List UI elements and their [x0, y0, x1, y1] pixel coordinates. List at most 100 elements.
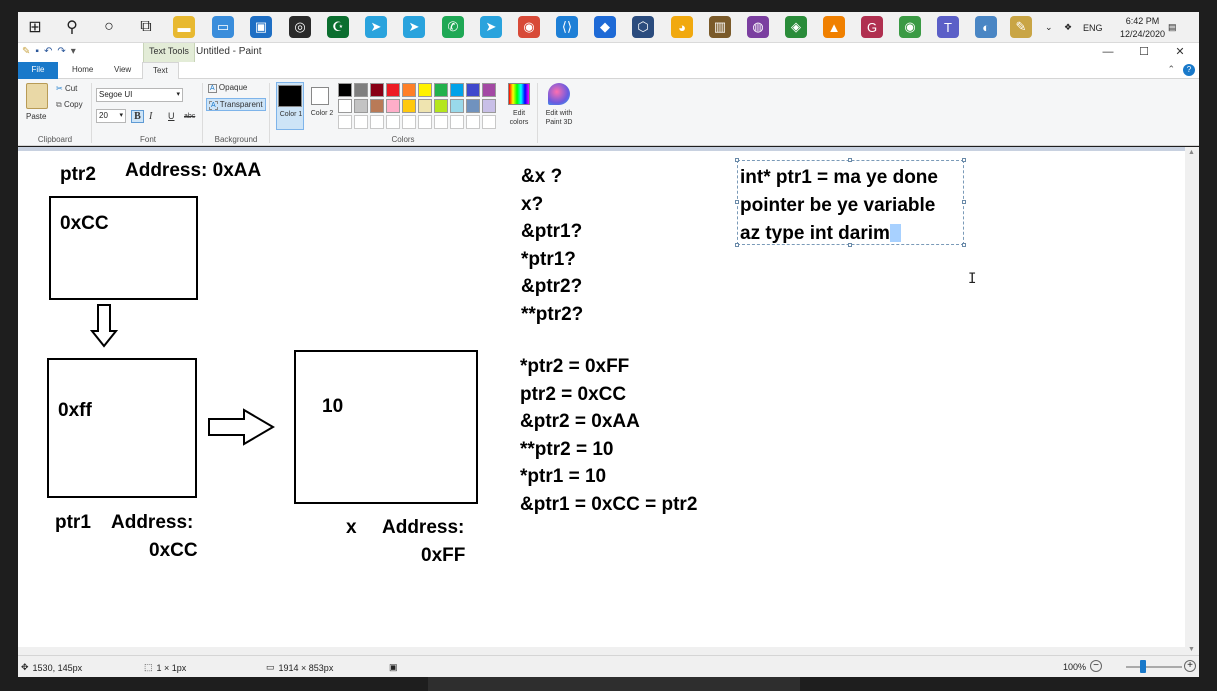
- horizontal-scrollbar[interactable]: [18, 647, 1185, 655]
- windows-logo-icon[interactable]: ⊞: [24, 16, 46, 38]
- tab-text[interactable]: Text: [142, 62, 179, 80]
- pakistan-flag-icon[interactable]: ☪: [327, 16, 349, 38]
- tab-view[interactable]: View: [104, 62, 141, 79]
- virtualbox-icon[interactable]: ⬡: [632, 16, 654, 38]
- input-language[interactable]: ENG: [1083, 12, 1103, 43]
- vlc-icon[interactable]: ▲: [823, 16, 845, 38]
- close-button[interactable]: ✕: [1162, 43, 1198, 62]
- palette-color-swatch[interactable]: [466, 83, 480, 97]
- app-yellow-icon[interactable]: ◕: [671, 16, 693, 38]
- minimize-button[interactable]: —: [1090, 43, 1126, 62]
- palette-color-swatch[interactable]: [354, 99, 368, 113]
- gem-icon[interactable]: ◈: [785, 16, 807, 38]
- library-icon[interactable]: ▥: [709, 16, 731, 38]
- transparent-button[interactable]: A Transparent: [206, 98, 266, 111]
- edit-colors-button[interactable]: Edit colors: [506, 109, 532, 127]
- resize-handle[interactable]: [962, 200, 966, 204]
- color2-button[interactable]: Color 2: [308, 82, 336, 130]
- search-icon[interactable]: ⚲: [61, 16, 83, 38]
- zoom-in-button[interactable]: +: [1184, 660, 1196, 672]
- palette-color-swatch[interactable]: [354, 115, 368, 129]
- palette-color-swatch[interactable]: [402, 83, 416, 97]
- cut-button[interactable]: ✂ Cut: [56, 84, 77, 93]
- help-icon[interactable]: ?: [1183, 64, 1195, 76]
- undo-icon[interactable]: ↶: [44, 46, 52, 57]
- palette-color-swatch[interactable]: [482, 115, 496, 129]
- save-icon[interactable]: ▪: [35, 46, 39, 57]
- palette-color-swatch[interactable]: [434, 115, 448, 129]
- redo-icon[interactable]: ↷: [57, 46, 65, 57]
- palette-color-swatch[interactable]: [402, 115, 416, 129]
- chrome-2-icon[interactable]: ◉: [899, 16, 921, 38]
- paint-icon[interactable]: ✎: [1010, 16, 1032, 38]
- bold-button[interactable]: B: [131, 110, 144, 123]
- zoom-slider[interactable]: [1126, 666, 1182, 668]
- paint-app-icon[interactable]: ✎: [22, 46, 30, 57]
- paste-button[interactable]: Paste: [26, 112, 46, 121]
- palette-color-swatch[interactable]: [450, 83, 464, 97]
- palette-color-swatch[interactable]: [418, 115, 432, 129]
- palette-color-swatch[interactable]: [386, 83, 400, 97]
- scroll-down-icon[interactable]: ▼: [1188, 646, 1195, 653]
- paste-icon[interactable]: [26, 83, 48, 109]
- zoom-out-button[interactable]: −: [1090, 660, 1102, 672]
- palette-color-swatch[interactable]: [338, 83, 352, 97]
- tradingview-icon[interactable]: ◎: [289, 16, 311, 38]
- app-diamond-icon[interactable]: ◆: [594, 16, 616, 38]
- resize-handle[interactable]: [735, 158, 739, 162]
- palette-color-swatch[interactable]: [386, 115, 400, 129]
- opaque-button[interactable]: A Opaque: [208, 83, 247, 93]
- color1-button[interactable]: Color 1: [276, 82, 304, 130]
- dropbox-icon[interactable]: ❖: [1064, 12, 1072, 43]
- palette-color-swatch[interactable]: [338, 99, 352, 113]
- resize-handle[interactable]: [962, 243, 966, 247]
- palette-color-swatch[interactable]: [370, 115, 384, 129]
- tab-file[interactable]: File: [18, 62, 58, 79]
- font-size-select[interactable]: 20 ▾: [96, 109, 126, 123]
- teams-icon[interactable]: T: [937, 16, 959, 38]
- palette-color-swatch[interactable]: [386, 99, 400, 113]
- resize-handle[interactable]: [735, 200, 739, 204]
- palette-color-swatch[interactable]: [402, 99, 416, 113]
- palette-color-swatch[interactable]: [418, 99, 432, 113]
- customize-qat-icon[interactable]: ▾: [71, 46, 76, 57]
- whatsapp-icon[interactable]: ✆: [442, 16, 464, 38]
- palette-color-swatch[interactable]: [338, 115, 352, 129]
- paint3d-icon[interactable]: [548, 83, 570, 105]
- palette-color-swatch[interactable]: [418, 83, 432, 97]
- tor-icon[interactable]: ◍: [747, 16, 769, 38]
- zoom-slider-thumb[interactable]: [1140, 660, 1146, 673]
- vertical-scrollbar[interactable]: ▲ ▼: [1185, 147, 1199, 655]
- edit-with-paint3d-button[interactable]: Edit with Paint 3D: [540, 109, 578, 127]
- computer-icon[interactable]: ▭: [212, 16, 234, 38]
- chrome-icon[interactable]: ◉: [518, 16, 540, 38]
- resize-handle[interactable]: [735, 243, 739, 247]
- palette-color-swatch[interactable]: [370, 83, 384, 97]
- palette-color-swatch[interactable]: [434, 83, 448, 97]
- collapse-ribbon-icon[interactable]: ⌃: [1167, 64, 1175, 75]
- resize-handle[interactable]: [848, 158, 852, 162]
- app-blue-icon[interactable]: ▣: [250, 16, 272, 38]
- italic-button[interactable]: I: [149, 111, 152, 122]
- app-g-icon[interactable]: G: [861, 16, 883, 38]
- scroll-up-icon[interactable]: ▲: [1188, 149, 1195, 156]
- network-icon[interactable]: ◐: [975, 16, 997, 38]
- copy-button[interactable]: ⧉ Copy: [56, 100, 83, 110]
- palette-color-swatch[interactable]: [354, 83, 368, 97]
- palette-color-swatch[interactable]: [370, 99, 384, 113]
- palette-color-swatch[interactable]: [482, 99, 496, 113]
- resize-handle[interactable]: [962, 158, 966, 162]
- palette-color-swatch[interactable]: [482, 83, 496, 97]
- tab-home[interactable]: Home: [62, 62, 103, 79]
- maximize-button[interactable]: ☐: [1126, 43, 1162, 62]
- task-view-icon[interactable]: ⧉: [135, 16, 157, 38]
- palette-color-swatch[interactable]: [466, 99, 480, 113]
- show-hidden-icons-chevron-icon[interactable]: ⌄: [1045, 12, 1053, 43]
- palette-color-swatch[interactable]: [450, 115, 464, 129]
- file-explorer-icon[interactable]: ▬: [173, 16, 195, 38]
- palette-color-swatch[interactable]: [434, 99, 448, 113]
- cortana-icon[interactable]: ○: [98, 16, 120, 38]
- edit-colors-icon[interactable]: [508, 83, 530, 105]
- telegram-2-icon[interactable]: ➤: [480, 16, 502, 38]
- drawing-canvas[interactable]: ptr2 Address: 0xAA 0xCC 0xff ptr1 Addres…: [18, 151, 1185, 647]
